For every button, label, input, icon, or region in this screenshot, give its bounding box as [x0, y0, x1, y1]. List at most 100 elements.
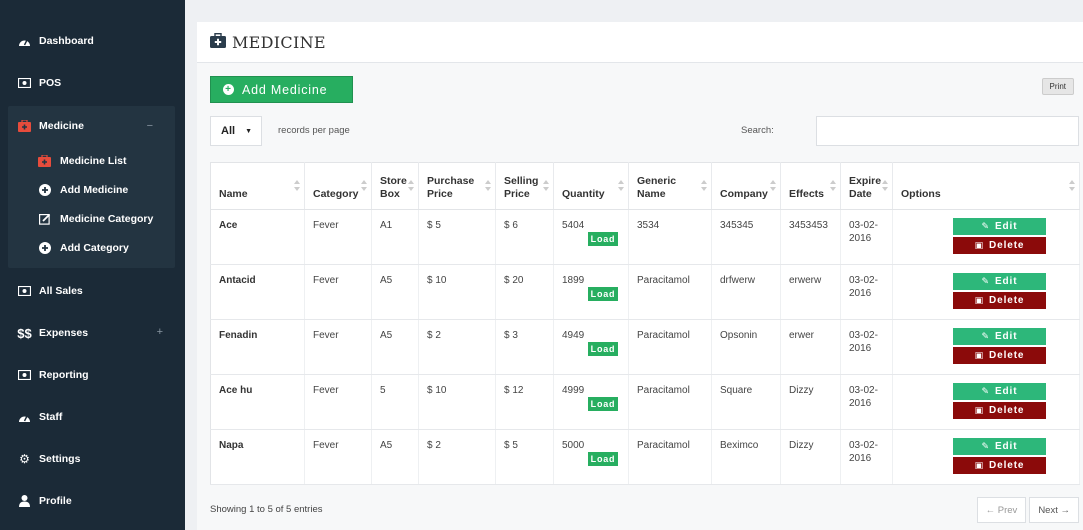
edit-button[interactable]: ✎ Edit: [953, 218, 1046, 235]
staff-icon: [18, 411, 31, 424]
medkit-icon: [38, 154, 51, 167]
sidebar-subitem-medicine-list[interactable]: Medicine List: [8, 146, 175, 175]
cell-value: $ 3: [504, 330, 518, 341]
sidebar-item-reporting[interactable]: Reporting: [0, 354, 185, 396]
load-button[interactable]: Load: [588, 287, 618, 301]
column-header-label: Store Box: [380, 175, 407, 200]
cell-company: 345345: [711, 209, 781, 265]
column-header-label: Company: [720, 188, 768, 200]
sidebar-subitem-add-medicine[interactable]: Add Medicine: [8, 175, 175, 204]
sidebar-item-label: All Sales: [39, 285, 83, 297]
cell-expire: 03-02-2016: [840, 374, 893, 430]
prev-page-button[interactable]: ← Prev: [976, 497, 1027, 523]
delete-button[interactable]: ▣ Delete: [953, 237, 1046, 254]
edit-icon: [38, 212, 51, 225]
sidebar-item-expenses[interactable]: $$ Expenses +: [0, 312, 185, 354]
cell-value: Paracitamol: [637, 330, 690, 341]
column-header[interactable]: Company: [711, 162, 781, 210]
trash-icon: ▣: [974, 295, 984, 305]
sidebar-subitem-medicine-category[interactable]: Medicine Category: [8, 204, 175, 233]
cell-value: 3534: [637, 220, 660, 231]
cell-value: Ace hu: [219, 385, 253, 396]
cell-category: Fever: [304, 429, 372, 485]
cell-value: $ 12: [504, 385, 524, 396]
column-header[interactable]: Purchase Price: [418, 162, 496, 210]
column-header[interactable]: Generic Name: [628, 162, 712, 210]
search-input[interactable]: [816, 116, 1079, 146]
load-button[interactable]: Load: [588, 452, 618, 466]
load-button[interactable]: Load: [588, 232, 618, 246]
cell-value: 03-02-2016: [849, 385, 878, 409]
cell-name: Ace: [210, 209, 305, 265]
column-header[interactable]: Category: [304, 162, 372, 210]
edit-button[interactable]: ✎ Edit: [953, 328, 1046, 345]
collapse-icon[interactable]: −: [147, 120, 153, 132]
print-button[interactable]: Print: [1041, 78, 1074, 95]
caret-down-icon: ▼: [245, 127, 252, 135]
sidebar-item-profile[interactable]: Profile: [0, 480, 185, 522]
page-header: MEDICINE: [197, 22, 1083, 63]
medicine-group: Medicine − Medicine List Add Medicine Me…: [8, 106, 175, 268]
sidebar-item-settings[interactable]: ⚙ Settings: [0, 438, 185, 480]
column-header[interactable]: Effects: [780, 162, 841, 210]
records-per-page-value: All: [221, 125, 236, 137]
main-content: + Add Medicine Print All ▼ records per p…: [197, 63, 1083, 530]
cell-value: 03-02-2016: [849, 275, 878, 299]
cell-value: Fenadin: [219, 330, 258, 341]
sort-icon: [485, 180, 491, 192]
edit-button[interactable]: ✎ Edit: [953, 273, 1046, 290]
load-button[interactable]: Load: [588, 397, 618, 411]
cell-value: A5: [380, 330, 393, 341]
column-header[interactable]: Quantity: [553, 162, 629, 210]
records-per-page-select[interactable]: All ▼: [210, 116, 262, 146]
cell-value: $ 20: [504, 275, 524, 286]
table-row: Ace hu Fever 5 $ 10 $ 12 4999 Load Paracitamol S…: [210, 374, 1080, 430]
cell-name: Fenadin: [210, 319, 305, 375]
column-header[interactable]: Expire Date: [840, 162, 893, 210]
table-header-row: Name Category Store Box Purchase Price Selli…: [210, 162, 1080, 210]
sidebar-subitem-label: Medicine List: [60, 154, 127, 167]
delete-button[interactable]: ▣ Delete: [953, 402, 1046, 419]
cell-effects: Dizzy: [780, 429, 841, 485]
cell-company: Beximco: [711, 429, 781, 485]
delete-button[interactable]: ▣ Delete: [953, 457, 1046, 474]
cell-value: 5: [380, 385, 386, 396]
next-page-button[interactable]: Next →: [1029, 497, 1079, 523]
sidebar-item-pos[interactable]: POS: [0, 62, 185, 104]
sidebar-item-staff[interactable]: Staff: [0, 396, 185, 438]
cell-options: ✎ Edit ▣ Delete: [892, 374, 1080, 430]
sidebar-item-dashboard[interactable]: Dashboard: [0, 20, 185, 62]
load-button[interactable]: Load: [588, 342, 618, 356]
cell-generic: 3534: [628, 209, 712, 265]
cell-name: Ace hu: [210, 374, 305, 430]
table-row: Fenadin Fever A5 $ 2 $ 3 4949 Load Paracitamol O…: [210, 319, 1080, 375]
cell-quantity: 5404 Load: [553, 209, 629, 265]
cell-value: $ 6: [504, 220, 518, 231]
edit-button[interactable]: ✎ Edit: [953, 438, 1046, 455]
sidebar-subitem-add-category[interactable]: Add Category: [8, 233, 175, 262]
add-medicine-button[interactable]: + Add Medicine: [210, 76, 353, 103]
plus-circle-icon: [38, 183, 51, 196]
sort-icon: [882, 180, 888, 192]
sidebar-item-all-sales[interactable]: All Sales: [0, 270, 185, 312]
expand-icon[interactable]: +: [157, 326, 163, 338]
cell-value: drfwerw: [720, 275, 756, 286]
column-header[interactable]: Store Box: [371, 162, 419, 210]
column-header[interactable]: Selling Price: [495, 162, 554, 210]
column-header[interactable]: Name: [210, 162, 305, 210]
sidebar-item-label: Expenses: [39, 327, 89, 339]
sidebar-item-medicine[interactable]: Medicine −: [8, 106, 175, 146]
cell-box: A5: [371, 319, 419, 375]
delete-button[interactable]: ▣ Delete: [953, 292, 1046, 309]
cell-value: $ 5: [427, 220, 441, 231]
cell-box: A5: [371, 429, 419, 485]
sidebar-item-label: Dashboard: [39, 35, 94, 47]
cell-value: Paracitamol: [637, 275, 690, 286]
column-header[interactable]: Options: [892, 162, 1080, 210]
cell-purchase: $ 2: [418, 429, 496, 485]
sidebar-item-label: Settings: [39, 453, 81, 465]
edit-button[interactable]: ✎ Edit: [953, 383, 1046, 400]
cell-name: Antacid: [210, 264, 305, 320]
plus-circle-icon: [38, 241, 51, 254]
delete-button[interactable]: ▣ Delete: [953, 347, 1046, 364]
